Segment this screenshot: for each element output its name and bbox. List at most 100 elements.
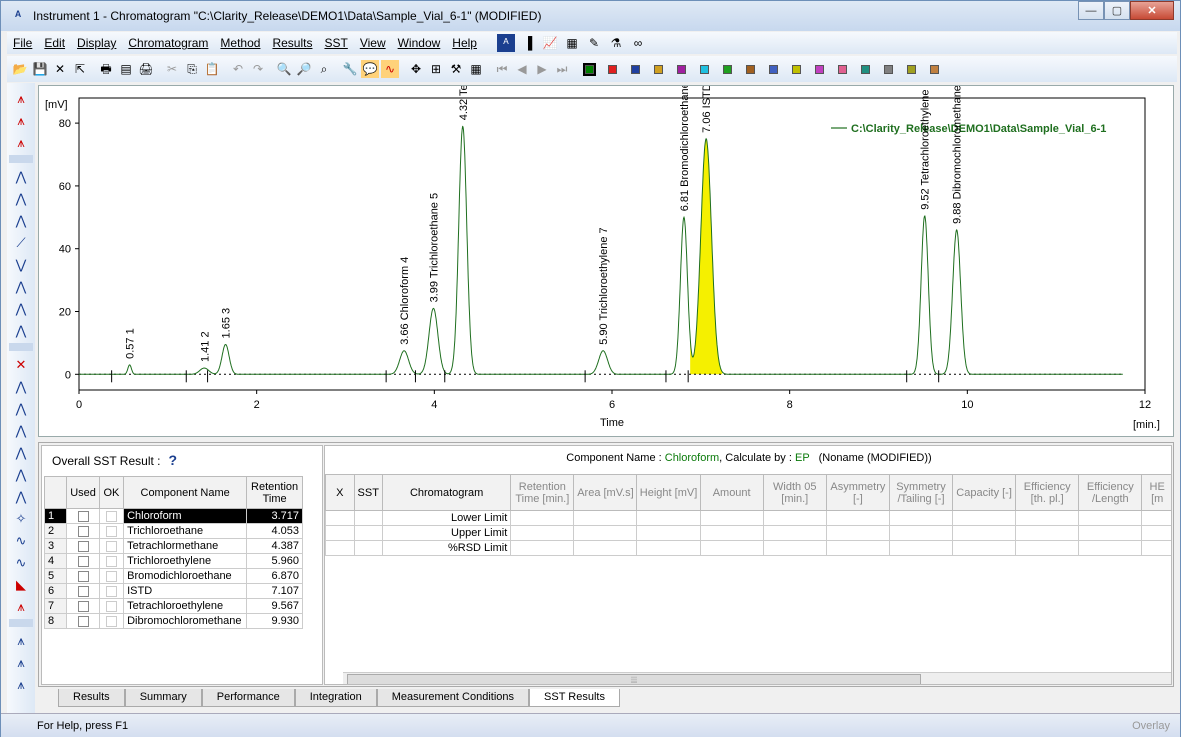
menu-results[interactable]: Results — [266, 36, 318, 50]
monitor-icon[interactable]: ▦ — [563, 34, 581, 52]
copy-icon[interactable]: ⎘ — [183, 60, 201, 78]
integration-icon-2[interactable]: ⋀ — [12, 187, 30, 209]
component-row[interactable]: 4 Trichloroethylene 5.960 — [43, 553, 303, 569]
sst-limit-row[interactable]: %RSD Limit — [325, 540, 1171, 556]
integration-icon-7[interactable]: ⋀ — [12, 297, 30, 319]
tab-measurement-conditions[interactable]: Measurement Conditions — [376, 689, 530, 707]
open-icon[interactable]: 📂 — [11, 60, 29, 78]
zoom-in-icon[interactable]: 🔍 — [275, 60, 293, 78]
graph-icon[interactable]: 📈 — [541, 34, 559, 52]
integration-icon-5[interactable]: ⋁ — [12, 253, 30, 275]
peak-tool-icon-3[interactable]: ⩚ — [12, 673, 30, 695]
used-checkbox[interactable] — [66, 523, 100, 539]
close-doc-icon[interactable]: ✕ — [51, 60, 69, 78]
ok-checkbox[interactable] — [98, 523, 125, 539]
component-row[interactable]: 6 ISTD 7.107 — [43, 583, 303, 599]
last-icon[interactable]: ⏭ — [553, 60, 571, 78]
glasses-icon[interactable]: ∞ — [629, 34, 647, 52]
minimize-button[interactable]: — — [1078, 1, 1104, 20]
sst-limit-row[interactable]: Lower Limit — [325, 510, 1171, 526]
integration-icon-1[interactable]: ⋀ — [12, 165, 30, 187]
first-icon[interactable]: ⏮ — [493, 60, 511, 78]
flask-icon[interactable]: ⚗ — [607, 34, 625, 52]
baseline-icon-8[interactable]: ✧ — [12, 507, 30, 529]
peak-icon[interactable]: ∿ — [381, 60, 399, 78]
instrument-icon[interactable]: ᴬ — [496, 34, 515, 52]
color-swatch-15[interactable] — [907, 64, 916, 74]
ok-checkbox[interactable] — [98, 508, 125, 524]
ok-checkbox[interactable] — [98, 553, 125, 569]
ok-checkbox[interactable] — [98, 613, 125, 629]
peak-edit-icon[interactable]: ⩚ — [12, 87, 30, 109]
menu-window[interactable]: Window — [392, 36, 447, 50]
save-icon[interactable]: 💾 — [31, 60, 49, 78]
color-swatch-2[interactable] — [608, 64, 617, 74]
wrench-icon[interactable]: 🔧 — [341, 60, 359, 78]
tab-performance[interactable]: Performance — [201, 689, 295, 707]
used-checkbox[interactable] — [66, 613, 100, 629]
color-swatch-11[interactable] — [815, 64, 824, 74]
tools-icon[interactable]: ⚒ — [447, 60, 465, 78]
print-preview-icon[interactable]: ▤ — [117, 60, 135, 78]
peak-add-icon[interactable]: ⩚ — [12, 109, 30, 131]
component-row[interactable]: 3 Tetrachlormethane 4.387 — [43, 538, 303, 554]
color-swatch-1[interactable] — [583, 62, 596, 76]
component-row[interactable]: 7 Tetrachloroethylene 9.567 — [43, 598, 303, 614]
component-row[interactable]: 1 Chloroform 3.717 — [43, 508, 303, 524]
color-swatch-8[interactable] — [746, 64, 755, 74]
integration-icon-4[interactable]: ⟋ — [12, 231, 30, 253]
move-icon[interactable]: ✥ — [407, 60, 425, 78]
menu-help[interactable]: Help — [446, 36, 483, 50]
baseline-icon-3[interactable]: ⋀ — [12, 397, 30, 419]
print-setup-icon[interactable]: 🖨 — [137, 60, 155, 78]
used-checkbox[interactable] — [66, 508, 100, 524]
menu-file[interactable]: File — [7, 36, 38, 50]
prev-icon[interactable]: ◀ — [513, 60, 531, 78]
table-icon[interactable]: ▦ — [467, 60, 485, 78]
baseline-icon-12[interactable]: ⩚ — [12, 595, 30, 617]
peak-tool-icon-1[interactable]: ⩚ — [12, 629, 30, 651]
integration-icon-8[interactable]: ⋀ — [12, 319, 30, 341]
color-swatch-7[interactable] — [723, 64, 732, 74]
color-swatch-9[interactable] — [769, 64, 778, 74]
color-swatch-12[interactable] — [838, 64, 847, 74]
peak-tool-icon-2[interactable]: ⩚ — [12, 651, 30, 673]
ok-checkbox[interactable] — [98, 568, 125, 584]
bar-chart-icon[interactable]: ▐ — [519, 34, 537, 52]
zoom-out-icon[interactable]: 🔎 — [295, 60, 313, 78]
baseline-icon-7[interactable]: ⋀ — [12, 485, 30, 507]
chromatogram-chart[interactable]: 0 20 40 60 80 0 2 4 6 8 10 12 [mV] Time [min.] C:\Clari… — [38, 85, 1174, 437]
paste-icon[interactable]: 📋 — [203, 60, 221, 78]
print-icon[interactable]: 🖶 — [97, 60, 115, 78]
color-swatch-14[interactable] — [884, 64, 893, 74]
used-checkbox[interactable] — [66, 553, 100, 569]
tab-summary[interactable]: Summary — [124, 689, 202, 707]
baseline-icon-1[interactable]: ✕ — [12, 353, 30, 375]
color-swatch-4[interactable] — [654, 64, 663, 74]
maximize-button[interactable]: ▢ — [1104, 1, 1130, 20]
tab-sst-results[interactable]: SST Results — [529, 689, 620, 707]
baseline-icon-10[interactable]: ∿ — [12, 551, 30, 573]
scrollbar-thumb[interactable]: ⦙⦙⦙ — [347, 674, 921, 684]
component-row[interactable]: 5 Bromodichloroethane 6.870 — [43, 568, 303, 584]
ok-checkbox[interactable] — [98, 583, 125, 599]
horizontal-scrollbar[interactable]: ⦙⦙⦙ — [343, 672, 1171, 684]
ok-checkbox[interactable] — [98, 538, 125, 554]
baseline-icon-4[interactable]: ⋀ — [12, 419, 30, 441]
grid-select-icon[interactable]: ⊞ — [427, 60, 445, 78]
menu-chromatogram[interactable]: Chromatogram — [122, 36, 214, 50]
color-swatch-13[interactable] — [861, 64, 870, 74]
sst-limit-row[interactable]: Upper Limit — [325, 525, 1171, 541]
redo-icon[interactable]: ↷ — [249, 60, 267, 78]
menu-view[interactable]: View — [354, 36, 392, 50]
component-row[interactable]: 8 Dibromochloromethane 9.930 — [43, 613, 303, 629]
color-swatch-16[interactable] — [930, 64, 939, 74]
color-swatch-10[interactable] — [792, 64, 801, 74]
baseline-icon-6[interactable]: ⋀ — [12, 463, 30, 485]
menu-method[interactable]: Method — [214, 36, 266, 50]
edit-pencil-icon[interactable]: ✎ — [585, 34, 603, 52]
baseline-icon-9[interactable]: ∿ — [12, 529, 30, 551]
peak-remove-icon[interactable]: ⩚ — [12, 131, 30, 153]
used-checkbox[interactable] — [66, 598, 100, 614]
baseline-icon-11[interactable]: ◣ — [12, 573, 30, 595]
